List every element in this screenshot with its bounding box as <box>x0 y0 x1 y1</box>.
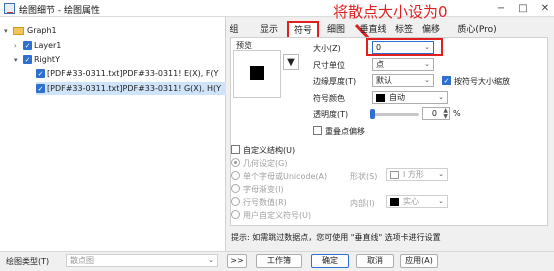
edge-label: 边缘厚度(T) <box>313 77 357 86</box>
color-combo[interactable]: 自动 ⌄ <box>372 91 448 104</box>
tab-label[interactable]: 标签 <box>393 22 415 38</box>
app-icon <box>4 3 15 14</box>
size-combo[interactable]: 0 ⌄ <box>372 41 434 54</box>
workbook-button[interactable]: 工作簿 <box>256 254 302 268</box>
shape-combo[interactable]: I 方形 ⌄ <box>386 168 448 181</box>
chevron-down-icon: ⌄ <box>424 60 430 68</box>
maximize-icon[interactable]: □ <box>516 2 530 15</box>
square-marker-icon <box>250 66 264 80</box>
radio-unicode[interactable] <box>231 171 240 180</box>
marker-gallery-button[interactable]: ▼ <box>283 54 299 70</box>
radio-geometry[interactable] <box>231 158 240 167</box>
plot-type-combo[interactable]: 散点图 ⌄ <box>66 254 218 267</box>
tab-offset[interactable]: 偏移 <box>420 22 442 38</box>
size-unit-label: 尺寸单位 <box>313 61 345 70</box>
tab-centroid[interactable]: 质心(Pro) <box>455 22 499 38</box>
ok-button[interactable]: 确定 <box>311 254 349 268</box>
overlap-checkbox[interactable] <box>313 126 322 135</box>
transparency-unit: % <box>453 109 461 118</box>
custom-label: 自定义结构(U) <box>243 146 296 155</box>
chevron-down-icon: ⌄ <box>424 76 430 84</box>
custom-checkbox[interactable] <box>231 145 240 154</box>
chevron-down-icon: ⌄ <box>424 43 430 51</box>
radio-user-symbol[interactable] <box>231 210 240 219</box>
chevron-down-icon: ⌄ <box>208 256 214 264</box>
tree-item-graph[interactable]: ▾ Graph1 <box>4 24 57 37</box>
radio-rownumber-label: 行号数值(R) <box>243 198 287 207</box>
minimize-icon[interactable]: − <box>494 2 508 15</box>
tree-item-plot-gh[interactable]: ✓ [PDF#33-0311.txt]PDF#33-0311! G(X), H(Y <box>36 82 226 95</box>
radio-user-symbol-label: 用户自定义符号(U) <box>243 211 312 220</box>
apply-button[interactable]: 应用(A) <box>400 254 438 268</box>
chevron-down-icon: ⌄ <box>438 93 444 101</box>
transparency-spin[interactable]: 0 ▲ ▼ <box>422 107 450 120</box>
chevron-down-icon[interactable]: ▾ <box>4 25 13 38</box>
shape-label: 形状(S) <box>350 172 378 181</box>
color-swatch <box>376 93 385 102</box>
scale-checkbox[interactable]: ✓ <box>442 76 451 85</box>
checkbox-icon[interactable]: ✓ <box>23 41 32 50</box>
tab-group[interactable]: 组 <box>228 22 240 38</box>
hint-text: 提示: 如需跳过数据点，您可使用 "垂直线" 选项卡进行设置 <box>231 233 441 242</box>
chevron-right-icon[interactable]: › <box>14 40 23 53</box>
transparency-label: 透明度(T) <box>313 110 349 119</box>
tree-item-layer1[interactable]: › ✓ Layer1 <box>14 39 61 52</box>
plot-type-label: 绘图类型(T) <box>6 257 50 266</box>
checkbox-icon[interactable]: ✓ <box>36 84 45 93</box>
scale-label: 按符号大小缩放 <box>454 77 510 86</box>
folder-icon <box>13 26 24 35</box>
cancel-button[interactable]: 取消 <box>356 254 394 268</box>
overlap-label: 重叠点偏移 <box>325 127 365 136</box>
radio-rownumber[interactable] <box>231 197 240 206</box>
tab-dropline[interactable]: 垂直线 <box>357 22 389 38</box>
tab-display[interactable]: 显示 <box>259 22 279 38</box>
tab-detail[interactable]: 细图 <box>325 22 347 38</box>
transparency-slider-thumb[interactable] <box>370 109 375 119</box>
color-label: 符号颜色 <box>313 94 345 103</box>
size-label: 大小(Z) <box>313 44 341 53</box>
spin-arrows-icon[interactable]: ▲ ▼ <box>443 108 448 120</box>
chevron-down-icon: ⌄ <box>438 197 444 205</box>
interior-swatch <box>390 197 399 206</box>
radio-geometry-label: 几何设定(G) <box>243 159 288 168</box>
chevron-down-icon[interactable]: ▾ <box>14 54 23 67</box>
radio-gradient-label: 字母渐变(I) <box>243 185 284 194</box>
checkbox-icon[interactable]: ✓ <box>23 55 32 64</box>
interior-combo[interactable]: 实心 ⌄ <box>386 195 448 208</box>
window-title: 绘图细节 - 绘图属性 <box>19 6 100 16</box>
checkbox-icon[interactable]: ✓ <box>36 69 45 78</box>
radio-gradient[interactable] <box>231 184 240 193</box>
radio-unicode-label: 单个字母或Unicode(A) <box>243 172 328 181</box>
close-icon[interactable]: ✕ <box>538 2 552 15</box>
chevron-down-icon: ⌄ <box>438 170 444 178</box>
tree-item-righty[interactable]: ▾ ✓ RightY <box>14 53 60 66</box>
tree-item-plot-ef[interactable]: ✓ [PDF#33-0311.txt]PDF#33-0311! E(X), F(Y <box>36 67 226 80</box>
transparency-slider[interactable] <box>371 113 419 116</box>
collapse-button[interactable]: >> <box>227 254 247 268</box>
interior-label: 内部(I) <box>350 199 375 208</box>
size-unit-combo[interactable]: 点 ⌄ <box>372 58 434 71</box>
annotation-text: 将散点大小设为0 <box>333 3 448 21</box>
edge-combo[interactable]: 默认 ⌄ <box>372 74 434 87</box>
shape-swatch <box>390 170 399 179</box>
